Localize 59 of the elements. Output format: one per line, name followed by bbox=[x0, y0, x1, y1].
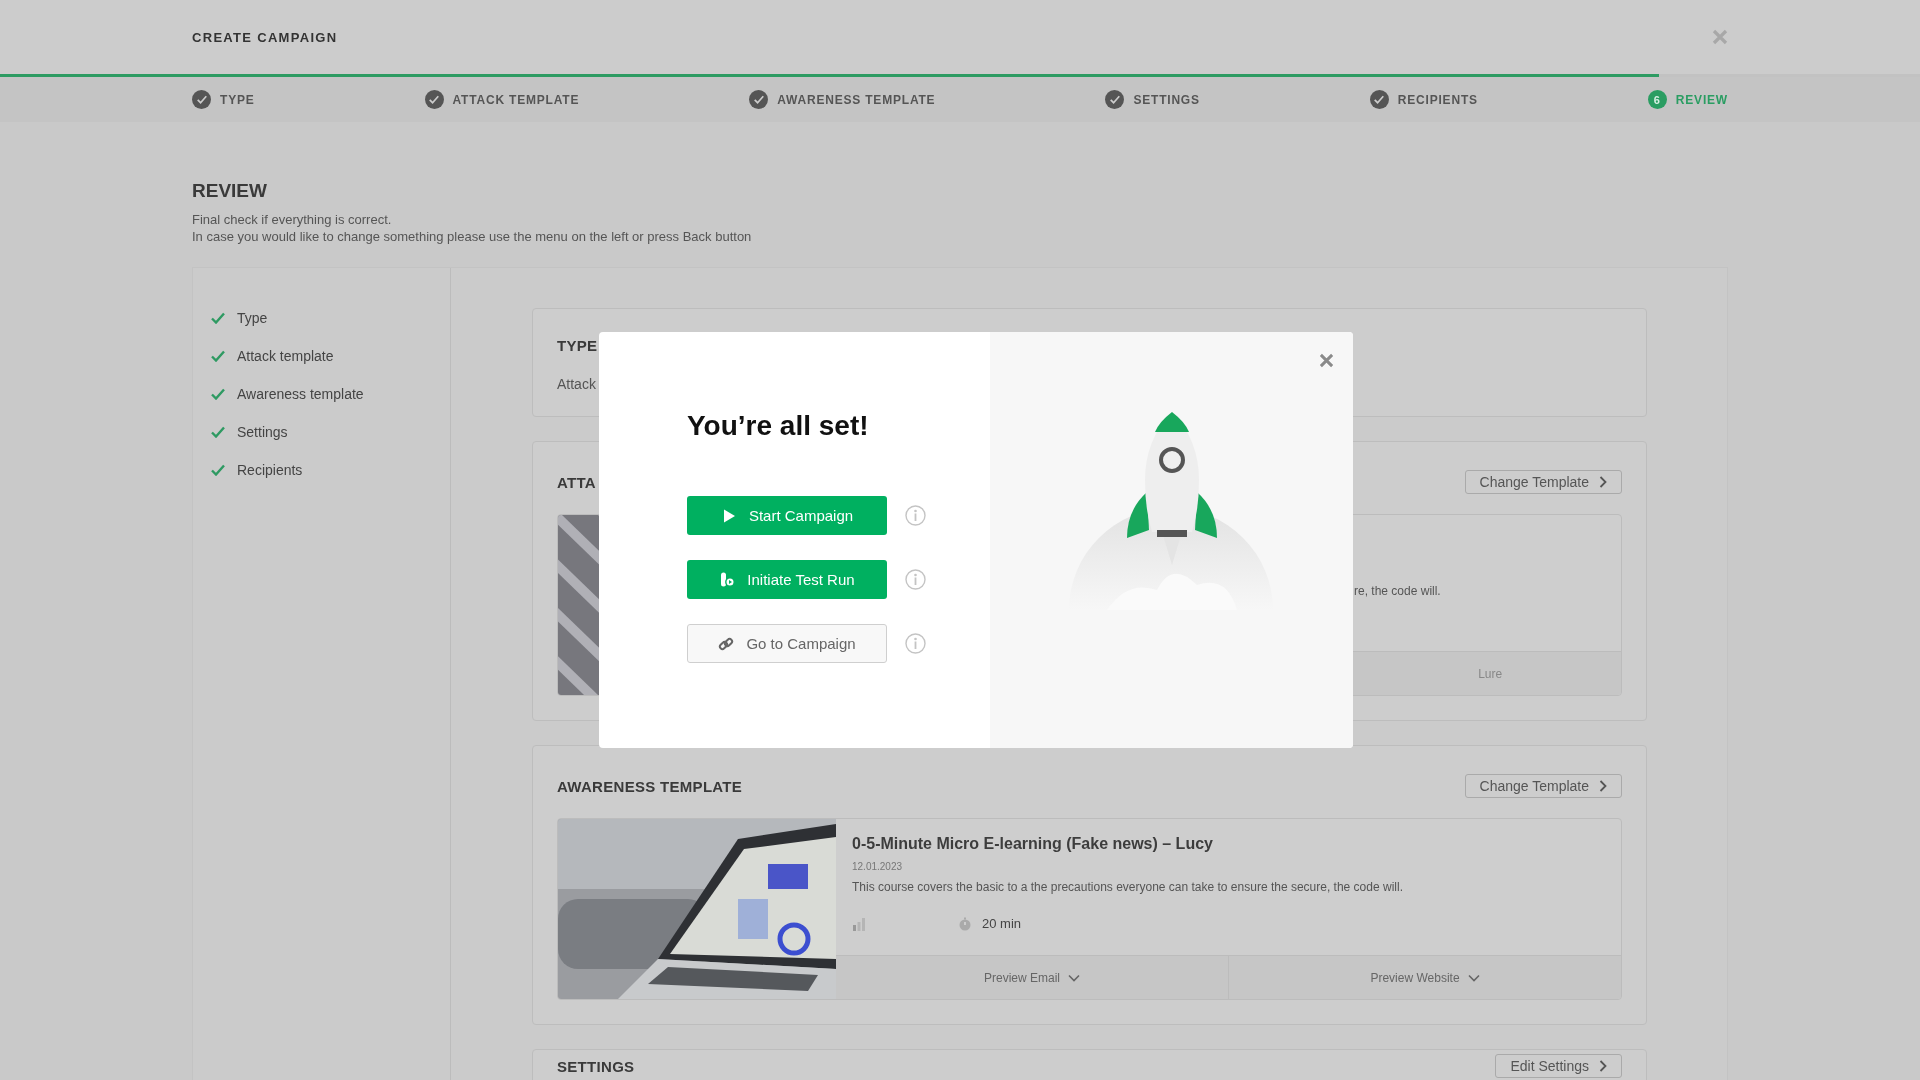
template-description: re, the code will. bbox=[1354, 584, 1441, 598]
close-icon[interactable] bbox=[1712, 29, 1728, 45]
step-tab[interactable]: AWARENESS TEMPLATE bbox=[749, 90, 936, 109]
chevron-down-icon bbox=[1068, 973, 1080, 982]
dialog-title: You’re all set! bbox=[687, 410, 870, 442]
template-date: 12.01.2023 bbox=[852, 861, 904, 872]
chevron-icon bbox=[1599, 476, 1607, 488]
review-title: REVIEW bbox=[192, 180, 268, 202]
check-mark bbox=[196, 95, 207, 104]
info-icon[interactable] bbox=[905, 633, 926, 654]
info-icon[interactable] bbox=[905, 569, 926, 590]
chevron-icon bbox=[1599, 1060, 1607, 1072]
review-text: In case you would like to change something please use the menu on the left or press Back button bbox=[192, 228, 753, 245]
review-text: Final check if everything is correct. bbox=[192, 211, 393, 228]
signal-bars-icon bbox=[852, 916, 866, 931]
check-mark bbox=[429, 95, 440, 104]
close-button[interactable] bbox=[1319, 353, 1334, 368]
template-description: This course covers the basic to a the precautions everyone can take to ensure the secure, the code will. bbox=[852, 880, 1404, 894]
check-icon bbox=[211, 350, 225, 362]
step-tab[interactable]: ATTACK TEMPLATE bbox=[424, 90, 580, 109]
chevron-down-icon bbox=[1467, 973, 1480, 982]
info-icon[interactable] bbox=[905, 505, 926, 526]
step-tab[interactable]: TYPE bbox=[192, 90, 255, 109]
step-tab[interactable]: SETTINGS bbox=[1105, 90, 1200, 109]
change-button[interactable]: Change Template bbox=[1464, 774, 1622, 798]
page-title: CREATE CAMPAIGN bbox=[192, 29, 338, 45]
card-title: TYPE bbox=[557, 337, 599, 354]
duration: 20 min bbox=[982, 916, 1022, 931]
card-title: AWARENESS TEMPLATE bbox=[557, 777, 743, 795]
stopwatch-icon bbox=[958, 916, 972, 931]
preview-tab[interactable]: Preview Website bbox=[1228, 956, 1621, 999]
template-name: 0-5-Minute Micro E-learning (Fake news) – Lucy bbox=[852, 835, 1214, 853]
check-mark bbox=[1109, 95, 1120, 104]
check-icon bbox=[211, 426, 225, 438]
test-tube-icon bbox=[719, 571, 736, 588]
chevron-icon bbox=[1599, 780, 1607, 792]
nav-item[interactable]: Attack template bbox=[211, 348, 450, 364]
change-button[interactable]: Change Template bbox=[1464, 470, 1622, 494]
action-button[interactable]: Initiate Test Run bbox=[687, 560, 887, 599]
check-icon bbox=[211, 388, 225, 400]
card-title: ATTA bbox=[557, 473, 596, 491]
change-button[interactable]: Edit Settings bbox=[1495, 1054, 1622, 1078]
action-button[interactable]: Go to Campaign bbox=[687, 624, 887, 663]
check-mark bbox=[1374, 95, 1385, 104]
step-number: 6 bbox=[1647, 90, 1667, 109]
nav-item[interactable]: Awareness template bbox=[211, 386, 450, 402]
nav-item[interactable]: Recipients bbox=[211, 462, 450, 478]
link-icon bbox=[718, 635, 735, 652]
step-tab[interactable]: RECIPIENTS bbox=[1369, 90, 1478, 109]
step-tab[interactable]: 6 REVIEW bbox=[1647, 90, 1728, 109]
nav-item[interactable]: Settings bbox=[211, 424, 450, 440]
preview-tab[interactable]: Preview Email bbox=[836, 956, 1228, 999]
check-icon bbox=[211, 464, 225, 476]
action-button[interactable]: Start Campaign bbox=[687, 496, 887, 535]
check-mark bbox=[753, 95, 764, 104]
card-value: Attack bbox=[557, 376, 597, 392]
nav-item[interactable]: Type bbox=[211, 310, 450, 326]
card-title: SETTINGS bbox=[557, 1057, 635, 1075]
check-icon bbox=[211, 312, 225, 324]
